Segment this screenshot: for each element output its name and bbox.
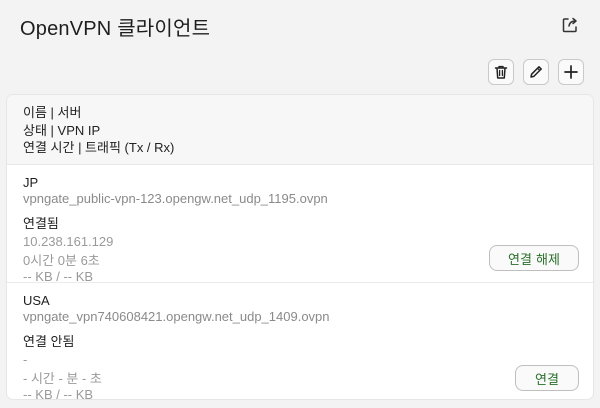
header-line-status-ip: 상태 | VPN IP bbox=[23, 122, 101, 138]
server-file: vpngate_vpn740608421.opengw.net_udp_1409… bbox=[23, 309, 330, 324]
vpn-ip: - bbox=[23, 352, 28, 367]
toolbar bbox=[488, 59, 584, 85]
connection-list: 이름 | 서버 상태 | VPN IP 연결 시간 | 트래픽 (Tx / Rx… bbox=[7, 95, 593, 399]
connection-name: JP bbox=[23, 175, 39, 190]
trash-icon bbox=[494, 65, 508, 79]
connect-button[interactable]: 연결 bbox=[515, 365, 579, 391]
pencil-icon bbox=[530, 66, 542, 78]
connection-name: USA bbox=[23, 293, 50, 308]
edit-button[interactable] bbox=[523, 59, 549, 85]
connection-status: 연결 안됨 bbox=[23, 334, 75, 349]
delete-button[interactable] bbox=[488, 59, 514, 85]
disconnect-button[interactable]: 연결 해제 bbox=[489, 245, 579, 271]
list-item: JP vpngate_public-vpn-123.opengw.net_udp… bbox=[7, 165, 593, 284]
openvpn-client-window: OpenVPN 클라이언트 이름 | 서버 상태 | VPN IP 연결 시간 … bbox=[0, 0, 600, 408]
server-file: vpngate_public-vpn-123.opengw.net_udp_11… bbox=[23, 191, 328, 206]
traffic: -- KB / -- KB bbox=[23, 387, 94, 399]
list-item: USA vpngate_vpn740608421.opengw.net_udp_… bbox=[7, 282, 593, 399]
connection-status: 연결됨 bbox=[23, 216, 59, 231]
header-line-name-server: 이름 | 서버 bbox=[23, 105, 82, 120]
export-button[interactable] bbox=[558, 14, 582, 36]
page-title: OpenVPN 클라이언트 bbox=[20, 18, 211, 40]
column-header: 이름 | 서버 상태 | VPN IP 연결 시간 | 트래픽 (Tx / Rx… bbox=[7, 95, 593, 165]
export-icon bbox=[562, 17, 577, 33]
connection-time: - 시간 - 분 - 초 bbox=[23, 371, 102, 386]
header-line-time-traffic: 연결 시간 | 트래픽 (Tx / Rx) bbox=[23, 140, 175, 155]
plus-icon bbox=[564, 65, 578, 79]
add-button[interactable] bbox=[558, 59, 584, 85]
